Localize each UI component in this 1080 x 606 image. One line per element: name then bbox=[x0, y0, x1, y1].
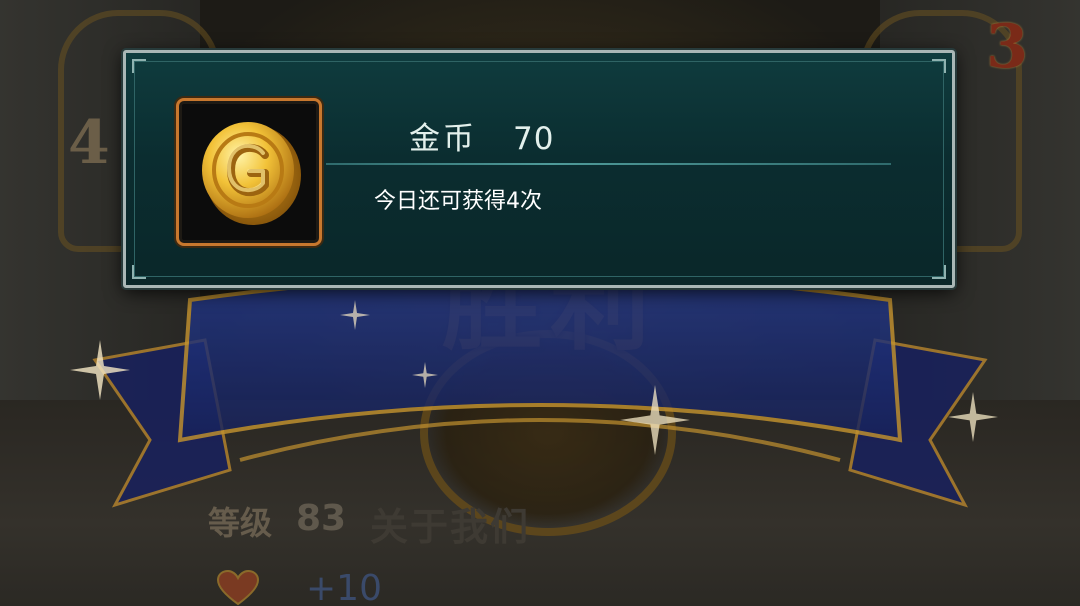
corner-ornament bbox=[932, 59, 946, 73]
remaining-times-text: 今日还可获得4次 bbox=[374, 189, 542, 214]
about-us-link[interactable]: 关于我们 bbox=[370, 496, 530, 551]
level-label: 等级 bbox=[208, 504, 273, 542]
right-rank-number: 3 bbox=[986, 12, 1028, 82]
sparkle-icon bbox=[340, 300, 370, 330]
level-value: 83 bbox=[296, 498, 347, 539]
heart-icon bbox=[216, 570, 260, 606]
corner-ornament bbox=[932, 265, 946, 279]
sparkle-icon bbox=[70, 340, 130, 400]
reward-item-count: 70 bbox=[513, 121, 555, 157]
sparkle-icon bbox=[412, 362, 438, 388]
sparkle-icon bbox=[620, 385, 690, 455]
game-scene: 4 3 胜利 等级 83 关于我们 +10 金币 70 今日还可获得4次 bbox=[0, 0, 1080, 606]
gold-coin-icon bbox=[202, 122, 301, 225]
reward-item-slot[interactable] bbox=[176, 98, 322, 246]
corner-ornament bbox=[132, 59, 146, 73]
popup-divider bbox=[326, 163, 891, 165]
corner-ornament bbox=[132, 265, 146, 279]
reward-item-title: 金币 70 bbox=[409, 113, 554, 158]
reward-popup[interactable]: 金币 70 今日还可获得4次 bbox=[123, 50, 955, 288]
left-rank-number: 4 bbox=[68, 108, 110, 178]
bonus-value: +10 bbox=[306, 568, 382, 606]
reward-item-name: 金币 bbox=[409, 121, 477, 157]
sparkle-icon bbox=[948, 392, 998, 442]
